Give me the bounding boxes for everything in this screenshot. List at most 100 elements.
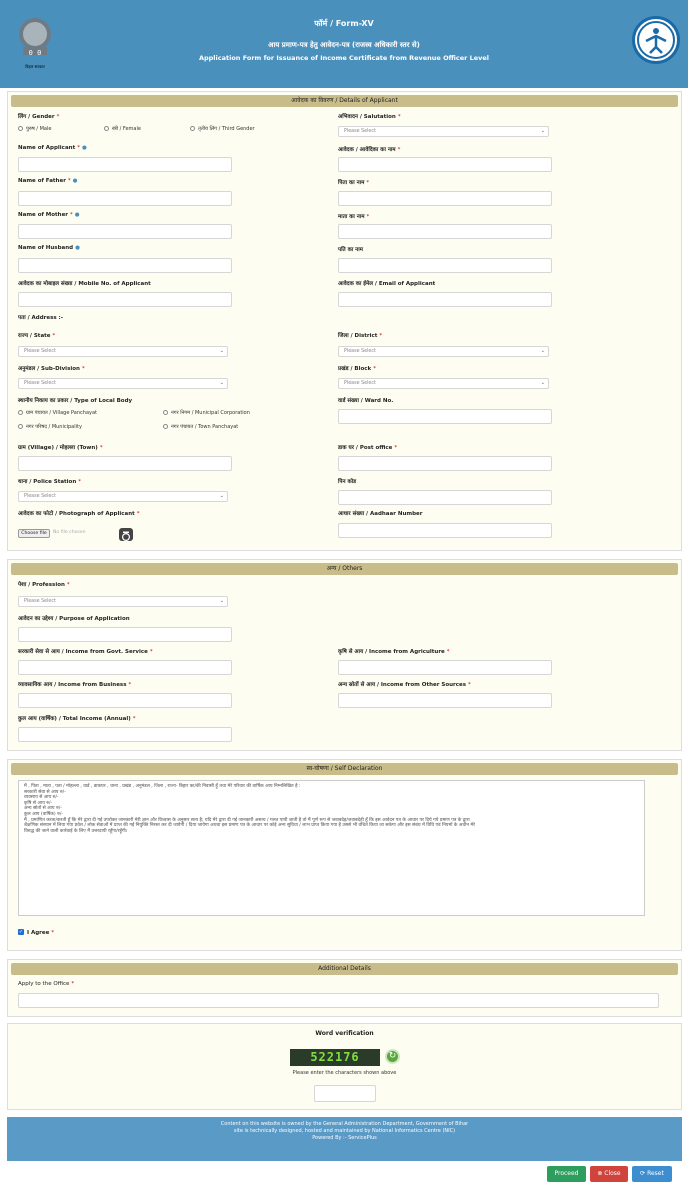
police-station-label: थाना / Police Station * bbox=[18, 479, 82, 485]
mother-name-hindi-input[interactable] bbox=[338, 224, 552, 239]
captcha-image: 522176 bbox=[290, 1049, 380, 1066]
declaration-line: विरुद्ध की जाने वाली कार्रवाई के लिए मैं… bbox=[24, 828, 128, 834]
close-button-label: Close bbox=[604, 1170, 621, 1177]
verification-title: Word verification bbox=[315, 1030, 374, 1037]
husband-name-input[interactable] bbox=[18, 258, 232, 273]
agree-label: I Agree * bbox=[27, 930, 55, 936]
localbody-village-radio[interactable]: ग्राम पंचायत / Village Panchayat bbox=[18, 410, 97, 416]
mother-name-label: Name of Mother * ● bbox=[18, 212, 80, 218]
footer-line-3: Powered By :- ServicePlus bbox=[312, 1135, 377, 1141]
other-income-input[interactable] bbox=[338, 693, 552, 708]
photo-label: आवेदक का फोटो / Photograph of Applicant * bbox=[18, 511, 140, 517]
self-declaration-panel: स्व-घोषणा / Self Declaration मैं , पिता … bbox=[7, 759, 682, 951]
business-income-label: व्यावसायिक आय / Income from Business * bbox=[18, 682, 132, 688]
husband-name-hindi-input[interactable] bbox=[338, 258, 552, 273]
postoffice-input[interactable] bbox=[338, 456, 552, 471]
father-name-hindi-label: पिता का नाम * bbox=[338, 180, 370, 186]
total-income-label: कुल आय (वार्षिक) / Total Income (Annual)… bbox=[18, 716, 136, 722]
email-label: आवेदक का ईमेल / Email of Applicant bbox=[338, 281, 436, 287]
salutation-label: अभिवादन / Salutation * bbox=[338, 114, 401, 120]
business-income-input[interactable] bbox=[18, 693, 232, 708]
village-label: ग्राम (Village) / मोहल्ला (Town) * bbox=[18, 445, 103, 451]
applicant-name-label: Name of Applicant * ● bbox=[18, 145, 87, 151]
serviceplus-logo bbox=[632, 16, 680, 64]
camera-icon[interactable] bbox=[119, 528, 133, 542]
mobile-input[interactable] bbox=[18, 292, 232, 307]
gender-label: लिंग / Gender * bbox=[18, 114, 60, 120]
ward-input[interactable] bbox=[338, 409, 552, 424]
section-header-applicant: आवेदक का विवरण / Details of Applicant bbox=[11, 95, 678, 107]
govt-income-input[interactable] bbox=[18, 660, 232, 675]
application-page: 0 0 बिहार सरकार फॉर्म / Form-XV आय प्रमा… bbox=[0, 0, 688, 1200]
state-label: राज्य / State * bbox=[18, 333, 56, 339]
address-label: पता / Address :- bbox=[18, 315, 64, 321]
captcha-input[interactable] bbox=[314, 1085, 376, 1102]
district-select[interactable]: Please Select ⌄ bbox=[338, 346, 549, 357]
block-select[interactable]: Please Select ⌄ bbox=[338, 378, 549, 389]
applicant-name-hindi-input[interactable] bbox=[338, 157, 552, 172]
aadhaar-label: आधार संख्या / Aadhaar Number bbox=[338, 511, 423, 517]
captcha-instruction: Please enter the characters shown above bbox=[292, 1070, 397, 1076]
apply-office-label: Apply to the Office * bbox=[18, 981, 75, 987]
block-label: प्रखंड / Block * bbox=[338, 366, 376, 372]
agri-income-label: कृषि से आय / Income from Agriculture * bbox=[338, 649, 450, 655]
village-input[interactable] bbox=[18, 456, 232, 471]
other-income-label: अन्य स्रोतों से आय / Income from Other S… bbox=[338, 682, 471, 688]
mother-name-hindi-label: माता का नाम * bbox=[338, 214, 370, 220]
father-name-input[interactable] bbox=[18, 191, 232, 206]
subdivision-select[interactable]: Please Select ⌄ bbox=[18, 378, 228, 389]
father-name-hindi-input[interactable] bbox=[338, 191, 552, 206]
total-income-input[interactable] bbox=[18, 727, 232, 742]
agri-income-input[interactable] bbox=[338, 660, 552, 675]
husband-name-label: Name of Husband ● bbox=[18, 245, 80, 251]
pincode-input[interactable] bbox=[338, 490, 552, 505]
page-header: 0 0 बिहार सरकार फॉर्म / Form-XV आय प्रमा… bbox=[0, 0, 688, 88]
gender-female-radio[interactable]: स्त्री / Female bbox=[104, 126, 141, 132]
state-select[interactable]: Please Select ⌄ bbox=[18, 346, 228, 357]
declaration-text: मैं , पिता , माता , पता / मोहल्ला , वार्… bbox=[18, 780, 645, 916]
applicant-name-hindi-label: आवेदक / आवेदिका का नाम * bbox=[338, 147, 401, 153]
others-panel: अन्य / Others पेशा / Profession * Please … bbox=[7, 559, 682, 751]
form-title-english: Application Form for Issuance of Income … bbox=[198, 54, 490, 62]
agree-checkbox[interactable]: ✓ bbox=[18, 929, 24, 935]
form-title-hindi: आय प्रमाण-पत्र हेतु आवेदन-पत्र (राजस्व अ… bbox=[268, 41, 420, 49]
police-station-select[interactable]: Please Select ⌄ bbox=[18, 491, 228, 502]
apply-office-input[interactable] bbox=[18, 993, 659, 1008]
applicant-name-input[interactable] bbox=[18, 157, 232, 172]
section-header-declaration: स्व-घोषणा / Self Declaration bbox=[11, 763, 678, 775]
proceed-button[interactable]: Proceed bbox=[547, 1166, 586, 1182]
profession-label: पेशा / Profession * bbox=[18, 582, 70, 588]
reset-button-label: Reset bbox=[647, 1170, 664, 1177]
localbody-municipal-corp-radio[interactable]: नगर निगम / Municipal Corporation bbox=[163, 410, 250, 416]
refresh-captcha-icon[interactable]: ↻ bbox=[385, 1049, 400, 1064]
section-header-others: अन्य / Others bbox=[11, 563, 678, 575]
footer-line-2: site is technically designed, hosted and… bbox=[233, 1128, 456, 1134]
choose-file-button[interactable]: Choose file bbox=[18, 529, 50, 538]
applicant-details-panel: आवेदक का विवरण / Details of Applicant लि… bbox=[7, 91, 682, 551]
profession-select[interactable]: Please Select ⌄ bbox=[18, 596, 228, 607]
salutation-select[interactable]: Please Select ⌄ bbox=[338, 126, 549, 137]
reset-button[interactable]: ⟳ Reset bbox=[632, 1166, 672, 1182]
close-button[interactable]: ⊗ Close bbox=[590, 1166, 628, 1182]
aadhaar-input[interactable] bbox=[338, 523, 552, 538]
husband-name-hindi-label: पति का नाम bbox=[338, 247, 363, 253]
localbody-municipality-radio[interactable]: नगर परिषद / Municipality bbox=[18, 424, 82, 430]
govt-income-label: सरकारी सेवा से आय / Income from Govt. Se… bbox=[18, 649, 153, 655]
email-input[interactable] bbox=[338, 292, 552, 307]
subdivision-label: अनुमंडल / Sub-Division * bbox=[18, 366, 85, 372]
left-logo-caption: बिहार सरकार bbox=[25, 64, 45, 69]
father-name-label: Name of Father * ● bbox=[18, 178, 78, 184]
purpose-input[interactable] bbox=[18, 627, 232, 642]
ward-label: वार्ड संख्या / Ward No. bbox=[338, 398, 394, 404]
gender-third-radio[interactable]: तृतीय लिंग / Third Gender bbox=[190, 126, 255, 132]
additional-details-panel: Additional Details Apply to the Office * bbox=[7, 959, 682, 1017]
gender-male-radio[interactable]: पुरुष / Male bbox=[18, 126, 51, 132]
mobile-label: आवेदक का मोबाइल संख्या / Mobile No. of A… bbox=[18, 281, 151, 287]
pincode-label: पिन कोड bbox=[338, 479, 357, 485]
page-footer: Content on this website is owned by the … bbox=[7, 1117, 682, 1161]
purpose-label: आवेदन का उद्देश्य / Purpose of Applicati… bbox=[18, 616, 130, 622]
localbody-town-panchayat-radio[interactable]: नगर पंचायत / Town Panchayat bbox=[163, 424, 238, 430]
localbody-label: स्थानीय निकाय का प्रकार / Type of Local … bbox=[18, 398, 133, 404]
mother-name-input[interactable] bbox=[18, 224, 232, 239]
postoffice-label: डाक घर / Post office * bbox=[338, 445, 398, 451]
